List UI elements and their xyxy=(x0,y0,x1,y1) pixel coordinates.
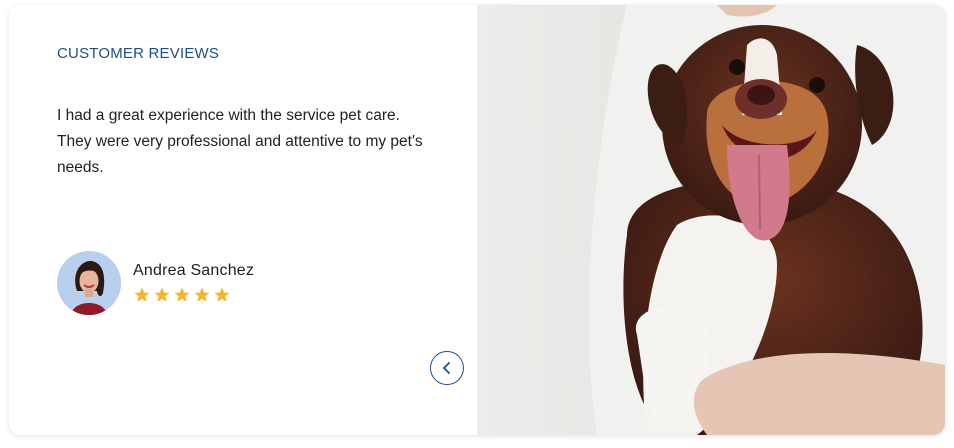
star-icon xyxy=(194,287,210,302)
review-content: CUSTOMER REVIEWS I had a great experienc… xyxy=(9,5,524,435)
avatar xyxy=(57,251,121,315)
review-card: CUSTOMER REVIEWS I had a great experienc… xyxy=(9,5,945,435)
reviewer-name: Andrea Sanchez xyxy=(133,262,255,279)
review-text: I had a great experience with the servic… xyxy=(57,107,423,176)
star-icon xyxy=(174,287,190,302)
star-icon xyxy=(214,287,230,302)
previous-button[interactable] xyxy=(430,351,464,385)
puppy-photo xyxy=(477,5,945,435)
chevron-left-icon xyxy=(443,362,450,374)
section-heading: CUSTOMER REVIEWS xyxy=(57,45,220,62)
star-icon xyxy=(154,287,170,302)
star-rating xyxy=(133,286,231,304)
star-icon xyxy=(134,287,150,302)
